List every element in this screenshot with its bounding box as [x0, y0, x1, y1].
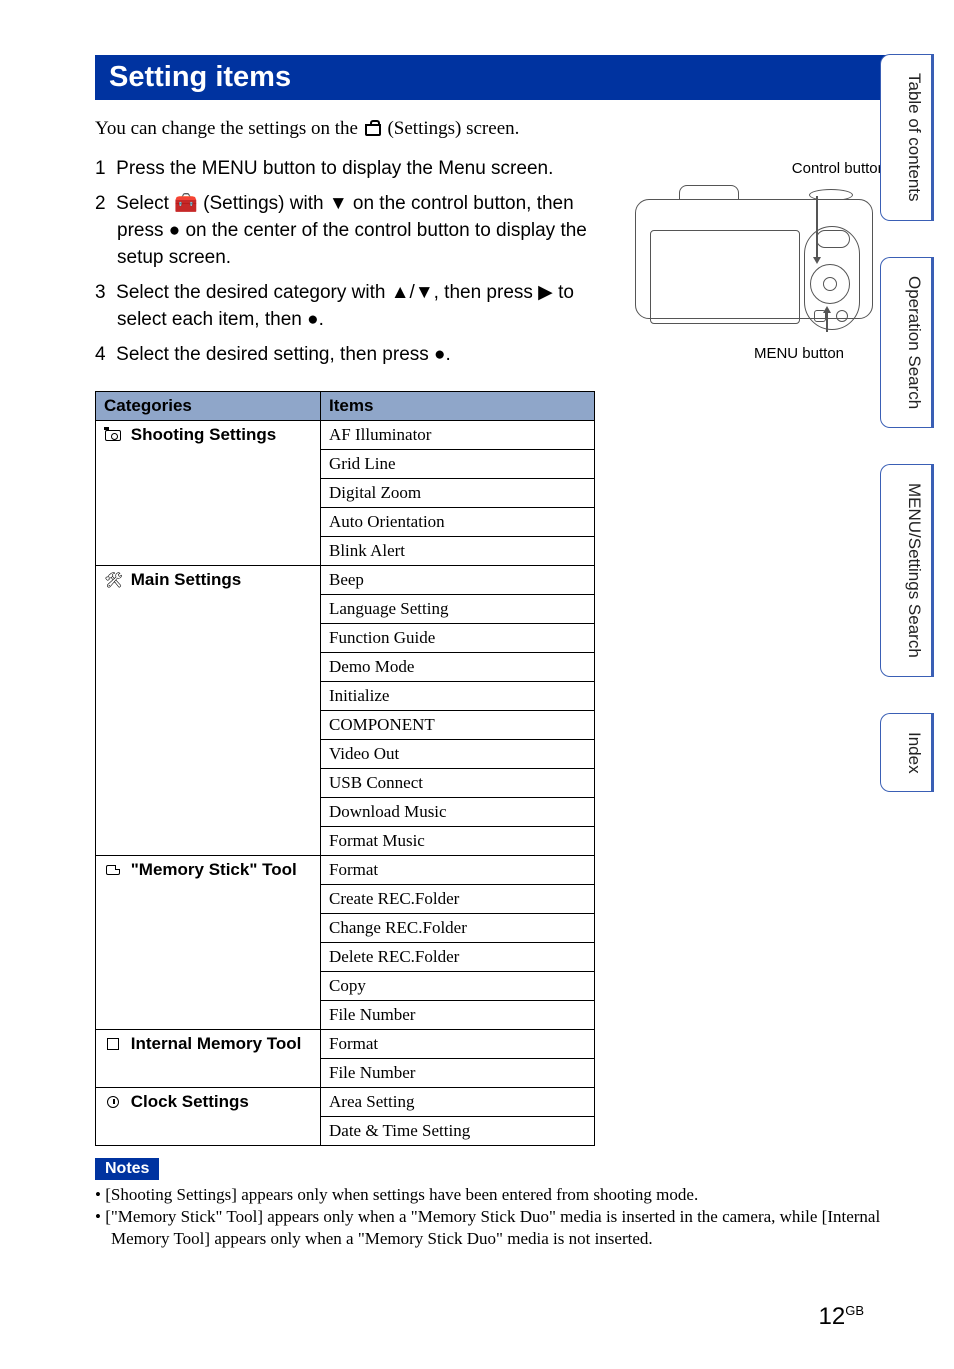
step-num: 1 [95, 158, 106, 179]
item-cell: Date & Time Setting [321, 1116, 595, 1145]
step-text: Press the MENU button to display the Men… [116, 158, 553, 179]
category-cell: "Memory Stick" Tool [96, 855, 321, 1029]
item-cell: Video Out [321, 739, 595, 768]
item-cell: Area Setting [321, 1087, 595, 1116]
item-cell: Change REC.Folder [321, 913, 595, 942]
item-cell: USB Connect [321, 768, 595, 797]
page-heading: Setting items [95, 55, 894, 100]
item-cell: Delete REC.Folder [321, 942, 595, 971]
item-cell: Digital Zoom [321, 478, 595, 507]
item-cell: Language Setting [321, 594, 595, 623]
item-cell: File Number [321, 1058, 595, 1087]
sidetab-operation-search[interactable]: Operation Search [880, 257, 934, 428]
sidetab-toc[interactable]: Table of contents [880, 54, 934, 221]
table-row: Internal Memory Tool Format [96, 1029, 595, 1058]
col-categories: Categories [96, 391, 321, 420]
item-cell: Demo Mode [321, 652, 595, 681]
item-cell: Initialize [321, 681, 595, 710]
table-row: Clock Settings Area Setting [96, 1087, 595, 1116]
item-cell: Copy [321, 971, 595, 1000]
control-button-label: Control button [614, 160, 894, 177]
category-label: "Memory Stick" Tool [131, 860, 297, 879]
intro-pre: You can change the settings on the [95, 118, 363, 139]
item-cell: File Number [321, 1000, 595, 1029]
page-number: 12GB [819, 1303, 865, 1331]
intro-text: You can change the settings on the (Sett… [95, 118, 894, 140]
table-row: Shooting Settings AF Illuminator [96, 420, 595, 449]
sidetab-menu-settings-search[interactable]: MENU/Settings Search [880, 464, 934, 677]
item-cell: Format [321, 1029, 595, 1058]
sidetab-index[interactable]: Index [880, 713, 934, 793]
menu-button-label: MENU button [614, 345, 894, 362]
category-cell: Internal Memory Tool [96, 1029, 321, 1087]
notes-list: [Shooting Settings] appears only when se… [95, 1184, 894, 1250]
step-text: Select 🧰 (Settings) with ▼ on the contro… [116, 193, 587, 268]
settings-table: Categories Items Shooting Settings AF Ill… [95, 391, 595, 1146]
table-row: "Memory Stick" Tool Format [96, 855, 595, 884]
step-text: Select the desired setting, then press ●… [116, 344, 451, 365]
category-label: Main Settings [131, 570, 242, 589]
internal-memory-icon [107, 1038, 119, 1050]
page-number-value: 12 [819, 1303, 846, 1330]
camera-illustration: Control button MENU button [614, 156, 894, 377]
item-cell: Grid Line [321, 449, 595, 478]
category-cell: Clock Settings [96, 1087, 321, 1145]
step-2: 2 Select 🧰 (Settings) with ▼ on the cont… [95, 191, 592, 272]
col-items: Items [321, 391, 595, 420]
memory-stick-icon [106, 865, 120, 875]
item-cell: COMPONENT [321, 710, 595, 739]
category-label: Shooting Settings [131, 425, 276, 444]
step-num: 2 [95, 193, 106, 214]
notes-heading: Notes [95, 1158, 159, 1180]
steps-list: 1 Press the MENU button to display the M… [95, 156, 592, 369]
step-3: 3 Select the desired category with ▲/▼, … [95, 280, 592, 334]
item-cell: Format Music [321, 826, 595, 855]
toolbox-icon [365, 124, 381, 136]
item-cell: Function Guide [321, 623, 595, 652]
item-cell: Auto Orientation [321, 507, 595, 536]
step-text: Select the desired category with ▲/▼, th… [116, 282, 574, 330]
category-cell: Shooting Settings [96, 420, 321, 565]
item-cell: Download Music [321, 797, 595, 826]
item-cell: Format [321, 855, 595, 884]
note-item: ["Memory Stick" Tool] appears only when … [95, 1206, 894, 1250]
table-row: 🛠 Main Settings Beep [96, 565, 595, 594]
wrench-icon: 🛠 [104, 571, 122, 589]
step-num: 4 [95, 344, 106, 365]
item-cell: AF Illuminator [321, 420, 595, 449]
item-cell: Blink Alert [321, 536, 595, 565]
intro-post: (Settings) screen. [383, 118, 520, 139]
item-cell: Create REC.Folder [321, 884, 595, 913]
note-item: [Shooting Settings] appears only when se… [95, 1184, 894, 1206]
camera-icon [105, 430, 121, 441]
category-label: Internal Memory Tool [131, 1034, 302, 1053]
clock-icon [107, 1096, 119, 1108]
category-cell: 🛠 Main Settings [96, 565, 321, 855]
page-number-suffix: GB [845, 1303, 864, 1318]
category-label: Clock Settings [131, 1092, 249, 1111]
step-1: 1 Press the MENU button to display the M… [95, 156, 592, 183]
step-4: 4 Select the desired setting, then press… [95, 342, 592, 369]
step-num: 3 [95, 282, 106, 303]
item-cell: Beep [321, 565, 595, 594]
